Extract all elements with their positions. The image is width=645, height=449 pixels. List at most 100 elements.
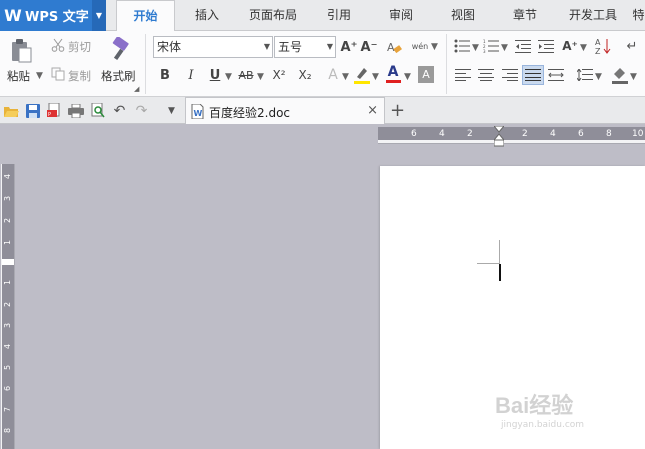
tab-page-layout[interactable]: 页面布局: [241, 0, 305, 31]
bullet-dropdown-icon[interactable]: ▼: [472, 43, 479, 53]
tab-start[interactable]: 开始: [116, 0, 175, 32]
cut-button[interactable]: 剪切: [68, 39, 91, 55]
align-center-icon[interactable]: [478, 68, 494, 82]
tab-review[interactable]: 审阅: [382, 0, 420, 31]
shrink-font-button[interactable]: A⁻: [361, 38, 378, 56]
phonetic-dropdown-icon[interactable]: ▼: [431, 42, 438, 52]
tab-view[interactable]: 视图: [444, 0, 482, 31]
open-folder-icon[interactable]: [2, 102, 19, 119]
superscript-button[interactable]: X²: [269, 66, 289, 84]
paragraph-shading-icon[interactable]: [611, 65, 629, 85]
highlight-icon[interactable]: [353, 65, 371, 85]
strike-dropdown-icon[interactable]: ▼: [257, 72, 264, 82]
font-color-dropdown-icon[interactable]: ▼: [404, 72, 411, 82]
new-tab-icon[interactable]: +: [390, 100, 405, 121]
baidu-watermark: Bai经验 jingyan.baidu.com: [495, 374, 645, 434]
tab-developer[interactable]: 开发工具: [563, 0, 623, 31]
font-name-select[interactable]: 宋体 ▼: [153, 36, 273, 58]
increase-indent-icon[interactable]: [538, 38, 554, 54]
line-spacing-dropdown-icon[interactable]: ▼: [595, 72, 602, 82]
ruler-tick: 4: [439, 129, 445, 139]
tab-special[interactable]: 特: [632, 0, 645, 31]
print-preview-icon[interactable]: [89, 102, 106, 119]
line-spacing-icon[interactable]: [577, 68, 593, 82]
scissors-icon[interactable]: [51, 38, 65, 52]
svg-text:A: A: [387, 41, 395, 54]
svg-text:Z: Z: [595, 47, 601, 55]
watermark-logo-text: Bai经验: [495, 393, 574, 418]
ruler-tick: 2: [522, 129, 528, 139]
save-icon[interactable]: [24, 102, 41, 119]
font-color-icon[interactable]: A: [384, 64, 402, 84]
chevron-down-icon: ▼: [263, 42, 270, 51]
sort-icon[interactable]: AZ: [595, 37, 611, 55]
menu-bar: W WPS 文字 ▼ 开始 插入 页面布局 引用 审阅 视图 章节 开发工具 特: [0, 0, 645, 32]
tab-chapter[interactable]: 章节: [506, 0, 544, 31]
numbered-list-icon[interactable]: 123: [483, 38, 499, 54]
paragraph-mark-icon[interactable]: ↵: [624, 37, 640, 55]
bullet-list-icon[interactable]: [454, 38, 470, 54]
copy-button[interactable]: 复制: [68, 68, 91, 84]
group-divider: [446, 34, 447, 94]
wps-writer-window: W WPS 文字 ▼ 开始 插入 页面布局 引用 审阅 视图 章节 开发工具 特…: [0, 0, 645, 449]
distribute-align-icon[interactable]: [548, 68, 564, 82]
copy-icon[interactable]: [51, 67, 65, 81]
phonetic-guide-button[interactable]: wén: [410, 36, 430, 56]
clear-format-icon[interactable]: A: [386, 38, 402, 56]
change-case-icon[interactable]: A⁺: [561, 37, 579, 55]
margin-crop-mark: [499, 240, 500, 264]
ribbon-home: 粘贴 ▼ 剪切 复制 格式刷 ◢ 宋体 ▼ 五号 ▼ A⁺ A⁻ A wén ▼: [0, 31, 645, 97]
ruler-tick: 5: [3, 364, 13, 371]
paste-dropdown-icon[interactable]: ▼: [36, 71, 43, 81]
print-icon[interactable]: [67, 102, 84, 119]
wps-app-menu-button[interactable]: W WPS 文字 ▼: [0, 0, 106, 31]
ruler-tick: 4: [3, 173, 13, 180]
subscript-button[interactable]: X₂: [295, 66, 315, 84]
numbered-dropdown-icon[interactable]: ▼: [501, 43, 508, 53]
underline-dropdown-icon[interactable]: ▼: [225, 72, 232, 82]
text-effect-icon[interactable]: A: [325, 66, 341, 84]
align-left-icon[interactable]: [455, 68, 471, 82]
shading-dropdown-icon[interactable]: ▼: [630, 72, 637, 82]
highlight-dropdown-icon[interactable]: ▼: [372, 72, 379, 82]
export-pdf-icon[interactable]: P: [46, 102, 63, 119]
text-effect-dropdown-icon[interactable]: ▼: [342, 72, 349, 82]
bold-button[interactable]: B: [157, 66, 173, 84]
ruler-tick: 2: [3, 217, 13, 224]
ruler-tick: 1: [3, 279, 13, 286]
align-right-icon[interactable]: [502, 68, 518, 82]
ruler-tick: 10: [632, 129, 644, 139]
change-case-dropdown-icon[interactable]: ▼: [580, 43, 587, 53]
paste-button[interactable]: 粘贴: [7, 68, 30, 84]
align-justify-icon[interactable]: [522, 65, 544, 85]
horizontal-ruler-margin: [378, 127, 645, 140]
font-size-select[interactable]: 五号 ▼: [274, 36, 336, 58]
ruler-tick: 3: [3, 195, 13, 202]
ruler-tick: 3: [3, 322, 13, 329]
tab-insert[interactable]: 插入: [184, 0, 230, 31]
ruler-tick: 6: [578, 129, 584, 139]
format-painter-button[interactable]: 格式刷: [101, 68, 136, 84]
tab-references[interactable]: 引用: [320, 0, 358, 31]
redo-icon[interactable]: ↷: [133, 102, 150, 119]
ruler-tick: 1: [3, 239, 13, 246]
strikethrough-button[interactable]: AB: [236, 66, 256, 84]
customize-toolbar-icon[interactable]: ▼: [163, 102, 180, 119]
group-divider: [145, 34, 146, 94]
indent-marker-icon[interactable]: [492, 125, 506, 151]
clipboard-launcher-icon[interactable]: ◢: [134, 85, 139, 93]
chevron-down-icon[interactable]: ▼: [92, 0, 106, 31]
italic-button[interactable]: I: [183, 66, 199, 84]
format-painter-icon[interactable]: [107, 36, 133, 64]
undo-icon[interactable]: ↶: [111, 102, 128, 119]
font-size-value: 五号: [278, 40, 303, 54]
char-shading-icon[interactable]: A: [418, 66, 434, 83]
decrease-indent-icon[interactable]: [515, 38, 531, 54]
svg-text:3: 3: [483, 49, 486, 53]
underline-button[interactable]: U: [207, 66, 223, 84]
document-tab[interactable]: W 百度经验2.doc ×: [185, 97, 385, 125]
app-brand-label: WPS 文字: [25, 10, 89, 25]
close-icon[interactable]: ×: [367, 103, 378, 118]
paste-icon[interactable]: [8, 37, 34, 65]
grow-font-button[interactable]: A⁺: [341, 38, 358, 56]
